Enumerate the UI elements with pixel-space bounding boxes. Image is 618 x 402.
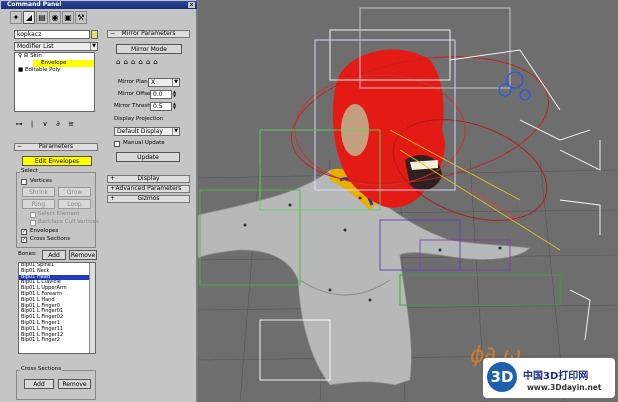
- envelopes-checkbox[interactable]: ✓: [21, 229, 27, 235]
- stack-item-envelope[interactable]: Envelope: [33, 60, 94, 67]
- display-projection-value: Default Display: [117, 128, 163, 135]
- display-rollout-header[interactable]: + Display: [107, 175, 190, 183]
- close-icon[interactable]: x: [188, 2, 195, 8]
- shrink-button[interactable]: Shrink: [22, 187, 55, 197]
- remove-bone-button[interactable]: Remove: [69, 250, 97, 260]
- chevron-down-icon: ▼: [172, 128, 179, 135]
- object-name-input[interactable]: kopkacz: [14, 30, 90, 39]
- manual-update-label: Manual Update: [123, 140, 165, 146]
- add-bone-button[interactable]: Add: [42, 250, 66, 260]
- cross-sections-checkbox[interactable]: ✓: [21, 237, 27, 243]
- mirror-parameters-rollout-header[interactable]: − Mirror Parameters: [107, 30, 190, 38]
- modify-tab-icon[interactable]: ◢: [23, 11, 35, 24]
- modifier-stack[interactable]: ♀ ⊟ Skin Envelope ■ Editable Poly: [14, 52, 95, 112]
- object-color-swatch[interactable]: [91, 30, 98, 39]
- remove-cross-section-button[interactable]: Remove: [58, 379, 91, 389]
- vertices-label: Vertices: [30, 178, 52, 184]
- display-projection-dropdown[interactable]: Default Display ▼: [114, 127, 180, 136]
- site-logo: 3D 中国3D打印网 www.3Ddayin.net: [483, 358, 615, 398]
- create-tab-icon[interactable]: ✦: [10, 11, 22, 24]
- chevron-down-icon: ▼: [90, 43, 97, 50]
- mirror-bone-icon[interactable]: ⌂: [138, 58, 142, 66]
- logo-url: www.3Ddayin.net: [527, 383, 602, 392]
- edit-envelopes-button[interactable]: Edit Envelopes: [22, 156, 92, 166]
- show-end-result-icon[interactable]: |: [27, 119, 37, 129]
- vertices-checkbox[interactable]: [21, 179, 27, 185]
- configure-sets-icon[interactable]: ≡: [66, 119, 76, 129]
- mirror-plane-dropdown[interactable]: X ▼: [148, 78, 180, 87]
- window-title: Command Panel: [7, 1, 62, 8]
- mirror-plane-value: X: [151, 79, 156, 86]
- chevron-down-icon: ▼: [172, 79, 179, 86]
- mirror-paste-green-icon[interactable]: ⌂: [116, 58, 120, 66]
- parameters-rollout-header[interactable]: − Parameters: [14, 143, 98, 151]
- advanced-parameters-rollout-header[interactable]: + Advanced Parameters: [107, 185, 190, 193]
- mirror-green-to-blue-icon[interactable]: ⌂: [146, 58, 150, 66]
- stack-item-editable-poly[interactable]: ■ Editable Poly: [15, 67, 94, 74]
- update-button[interactable]: Update: [116, 152, 180, 162]
- mirror-thresh-label: Mirror Thresh.:: [114, 103, 155, 109]
- add-cross-section-button[interactable]: Add: [24, 379, 54, 389]
- logo-name: 中国3D打印网: [523, 371, 589, 382]
- stack-item-skin[interactable]: ♀ ⊟ Skin: [15, 53, 94, 60]
- manual-update-checkbox[interactable]: [114, 141, 120, 147]
- mirror-offset-spinner[interactable]: ▲ ▼: [173, 90, 180, 99]
- bone-list[interactable]: Bip01 Spine1 Bip01 Neck Bip01 Head Bip01…: [18, 262, 96, 354]
- modifier-list-label: Modifier List: [17, 43, 54, 50]
- bones-label: Bones:: [18, 251, 37, 257]
- mirror-offset-input[interactable]: 0.0: [150, 90, 172, 99]
- display-tab-icon[interactable]: ▣: [62, 11, 74, 24]
- mirror-tools-row: ⌂ ⌂ ⌂ ⌂ ⌂ ⌂: [116, 58, 158, 66]
- panel-tabs: ✦ ◢ ▤ ◉ ▣ ⚒: [10, 11, 87, 27]
- envelopes-label: Envelopes: [30, 228, 59, 234]
- select-element-label: Select Element: [38, 211, 80, 217]
- logo-mark: 3D: [487, 362, 517, 392]
- pin-stack-icon[interactable]: ⊶: [14, 119, 24, 129]
- cross-sections-label: Cross Sections: [30, 236, 71, 242]
- backface-cull-label: Backface Cull Vertices: [38, 219, 99, 225]
- grow-button[interactable]: Grow: [58, 187, 91, 197]
- mirror-thresh-input[interactable]: 0.5: [150, 102, 172, 111]
- stack-toolbar: ⊶ | ∨ ∂ ≡: [14, 119, 76, 129]
- mirror-thresh-spinner[interactable]: ▲ ▼: [173, 102, 180, 111]
- mirror-blue-to-green-icon[interactable]: ⌂: [153, 58, 157, 66]
- gizmos-rollout-header[interactable]: + Gizmos: [107, 195, 190, 203]
- mirror-mode-button[interactable]: Mirror Mode: [116, 44, 182, 54]
- bone-list-scrollbar[interactable]: [89, 263, 95, 353]
- bone-item[interactable]: Bip01 L Finger2: [19, 338, 95, 344]
- make-unique-icon[interactable]: ∨: [40, 119, 50, 129]
- remove-modifier-icon[interactable]: ∂: [53, 119, 63, 129]
- ring-button[interactable]: Ring: [22, 199, 55, 209]
- mirror-paste-blue-icon[interactable]: ⌂: [123, 58, 127, 66]
- select-group-label: Select: [20, 168, 39, 175]
- motion-tab-icon[interactable]: ◉: [49, 11, 61, 24]
- modifier-list-dropdown[interactable]: Modifier List ▼: [14, 42, 98, 51]
- mirror-offset-label: Mirror Offset:: [118, 91, 155, 97]
- loop-button[interactable]: Loop: [58, 199, 91, 209]
- backface-cull-checkbox[interactable]: [30, 220, 36, 226]
- utilities-tab-icon[interactable]: ⚒: [75, 11, 87, 24]
- hierarchy-tab-icon[interactable]: ▤: [36, 11, 48, 24]
- select-element-checkbox[interactable]: [30, 212, 36, 218]
- command-panel: Command Panel x ✦ ◢ ▤ ◉ ▣ ⚒ kopkacz Modi…: [0, 0, 198, 402]
- window-titlebar: Command Panel x: [1, 1, 197, 9]
- mirror-selected-verts-icon[interactable]: ⌂: [131, 58, 135, 66]
- cross-sections-group-label: Cross Sections: [20, 366, 63, 373]
- display-projection-label: Display Projection: [114, 116, 164, 122]
